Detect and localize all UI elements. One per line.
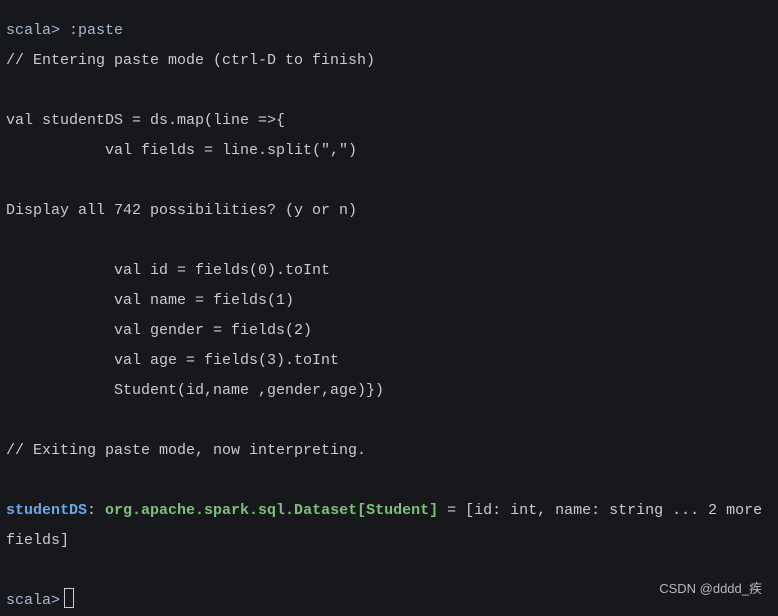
result-identifier: studentDS xyxy=(6,502,88,519)
prompt: scala> xyxy=(6,22,61,39)
code-line: val age = fields(3).toInt xyxy=(6,352,340,369)
result-type: org.apache.spark.sql.Dataset[Student] xyxy=(105,502,439,519)
prompt-line[interactable]: scala> xyxy=(6,586,762,616)
result-line: studentDS: org.apache.spark.sql.Dataset[… xyxy=(6,496,762,526)
code-line: val name = fields(1) xyxy=(6,292,295,309)
prompt: scala> xyxy=(6,592,61,609)
code-line: val studentDS = ds.map(line =>{ xyxy=(6,112,286,129)
command: :paste xyxy=(69,22,124,39)
exit-message: // Exiting paste mode, now interpreting. xyxy=(6,442,367,459)
cursor[interactable] xyxy=(64,588,75,608)
watermark: CSDN @dddd_疾 xyxy=(659,581,762,596)
result-colon: : xyxy=(87,502,106,519)
result-value: = [id: int, name: string ... 2 more xyxy=(438,502,763,519)
paste-mode-message: // Entering paste mode (ctrl-D to finish… xyxy=(6,52,376,69)
code-line: val id = fields(0).toInt xyxy=(6,262,331,279)
completion-message: Display all 742 possibilities? (y or n) xyxy=(6,202,358,219)
prompt-line: scala> :paste xyxy=(6,16,762,46)
terminal-output[interactable]: scala> :paste // Entering paste mode (ct… xyxy=(6,16,762,616)
result-wrap-line: fields] xyxy=(6,532,70,549)
code-line: val gender = fields(2) xyxy=(6,322,313,339)
code-line: Student(id,name ,gender,age)}) xyxy=(6,382,385,399)
code-line: val fields = line.split(",") xyxy=(6,142,358,159)
